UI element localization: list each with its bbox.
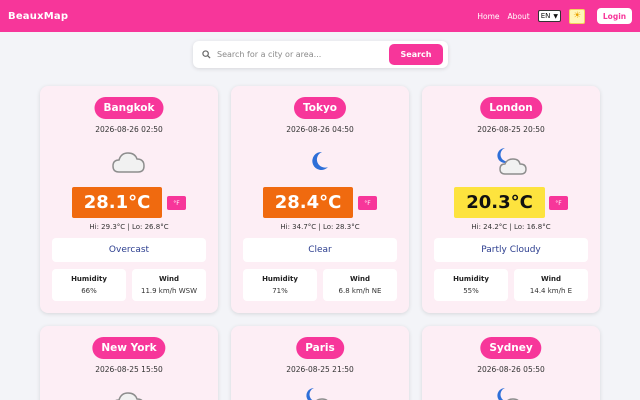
temperature-row: 28.4°C °F <box>231 187 409 218</box>
wind-label: Wind <box>158 275 180 283</box>
city-name-button[interactable]: New York <box>92 337 166 359</box>
humidity-label: Humidity <box>453 275 489 283</box>
temperature-value: 20.3°C <box>454 187 545 218</box>
moon-cloud-icon <box>493 146 529 176</box>
hi-lo-temps: Hi: 29.3°C | Lo: 26.8°C <box>89 223 169 231</box>
city-name-button[interactable]: Bangkok <box>94 97 164 119</box>
cloud-icon <box>111 386 147 400</box>
wind-value: 11.9 km/h WSW <box>141 287 197 295</box>
condition-label: Clear <box>243 238 397 262</box>
chevron-down-icon: ▼ <box>553 12 558 20</box>
weather-card-bangkok: Bangkok 2026-08-26 02:50 28.1°C °F Hi: 2… <box>40 86 218 313</box>
search-input[interactable] <box>217 50 387 59</box>
theme-toggle-button[interactable]: ☀ <box>569 8 585 24</box>
hi-lo-temps: Hi: 24.2°C | Lo: 16.8°C <box>471 223 551 231</box>
local-time: 2026-08-25 15:50 <box>95 365 163 374</box>
wind-label: Wind <box>540 275 562 283</box>
city-name-button[interactable]: Paris <box>296 337 344 359</box>
condition-label: Overcast <box>52 238 206 262</box>
local-time: 2026-08-25 20:50 <box>477 125 545 134</box>
unit-toggle-button[interactable]: °F <box>549 196 568 210</box>
wind-label: Wind <box>349 275 371 283</box>
local-time: 2026-08-26 04:50 <box>286 125 354 134</box>
top-navbar: BeauxMap Home About EN ▼ ☀ Login <box>0 0 640 32</box>
wind-value: 6.8 km/h NE <box>338 287 382 295</box>
weather-card-london: London 2026-08-25 20:50 20.3°C °F Hi: 24… <box>422 86 600 313</box>
city-name-button[interactable]: Tokyo <box>293 97 347 119</box>
cloud-icon <box>111 146 147 176</box>
search-icon <box>195 50 217 59</box>
humidity-value: 66% <box>81 287 97 295</box>
humidity-box: Humidity 71% <box>243 269 317 301</box>
login-button[interactable]: Login <box>597 8 632 24</box>
brand-logo[interactable]: BeauxMap <box>8 11 68 22</box>
moon-cloud-icon <box>302 386 338 400</box>
local-time: 2026-08-26 05:50 <box>477 365 545 374</box>
language-select[interactable]: EN ▼ <box>537 10 561 22</box>
humidity-value: 55% <box>463 287 479 295</box>
humidity-box: Humidity 55% <box>434 269 508 301</box>
wind-box: Wind 6.8 km/h NE <box>323 269 397 301</box>
sun-icon: ☀ <box>572 11 582 21</box>
humidity-box: Humidity 66% <box>52 269 126 301</box>
wind-box: Wind 11.9 km/h WSW <box>132 269 206 301</box>
city-name-button[interactable]: London <box>480 97 542 119</box>
unit-toggle-button[interactable]: °F <box>167 196 186 210</box>
wind-box: Wind 14.4 km/h E <box>514 269 588 301</box>
language-value: EN <box>540 12 551 20</box>
moon-icon <box>302 146 338 176</box>
nav-home-link[interactable]: Home <box>477 12 499 21</box>
unit-toggle-button[interactable]: °F <box>358 196 377 210</box>
wind-value: 14.4 km/h E <box>529 287 573 295</box>
humidity-value: 71% <box>272 287 288 295</box>
temperature-row: 28.1°C °F <box>40 187 218 218</box>
weather-card-tokyo: Tokyo 2026-08-26 04:50 28.4°C °F Hi: 34.… <box>231 86 409 313</box>
city-name-button[interactable]: Sydney <box>480 337 542 359</box>
temperature-row: 20.3°C °F <box>422 187 600 218</box>
weather-card-new-york: New York 2026-08-25 15:50 <box>40 326 218 400</box>
temperature-value: 28.4°C <box>263 187 353 218</box>
hi-lo-temps: Hi: 34.7°C | Lo: 28.3°C <box>280 223 360 231</box>
nav-right: Home About EN ▼ ☀ Login <box>477 8 632 24</box>
search-button[interactable]: Search <box>389 44 443 65</box>
weather-card-sydney: Sydney 2026-08-26 05:50 <box>422 326 600 400</box>
weather-card-paris: Paris 2026-08-25 21:50 <box>231 326 409 400</box>
humidity-label: Humidity <box>262 275 298 283</box>
nav-about-link[interactable]: About <box>508 12 530 21</box>
moon-cloud-icon <box>493 386 529 400</box>
condition-label: Partly Cloudy <box>434 238 588 262</box>
temperature-value: 28.1°C <box>72 187 162 218</box>
local-time: 2026-08-26 02:50 <box>95 125 163 134</box>
humidity-label: Humidity <box>71 275 107 283</box>
search-bar: Search <box>193 41 448 68</box>
local-time: 2026-08-25 21:50 <box>286 365 354 374</box>
